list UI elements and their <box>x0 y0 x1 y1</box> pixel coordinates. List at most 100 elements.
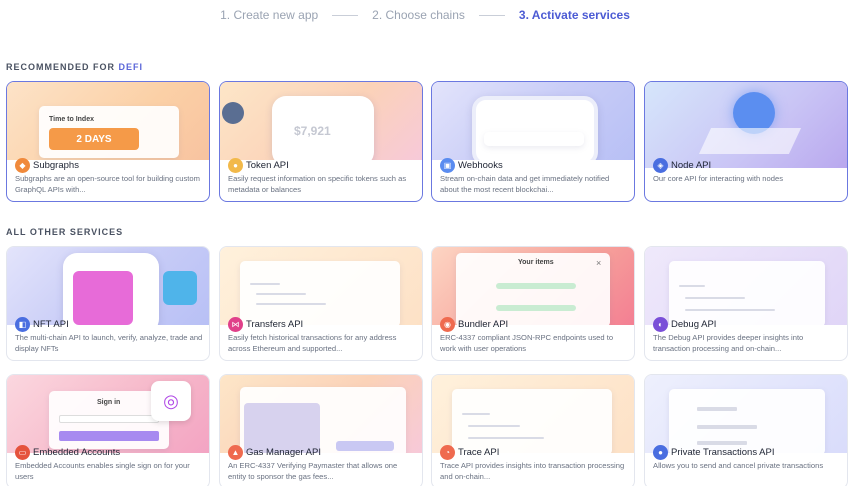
platform-shape <box>698 128 802 154</box>
card-art: Sign in ◎ <box>7 375 209 453</box>
card-title: Private Transactions API <box>671 447 775 458</box>
card-title: Subgraphs <box>33 160 79 171</box>
card-description: The Debug API provides deeper insights i… <box>653 333 804 353</box>
card-body: ◔ Trace API Trace API provides insights … <box>440 445 628 482</box>
card-body: ◆ Subgraphs Subgraphs are an open-source… <box>15 158 203 195</box>
card-body: ▭ Embedded Accounts Embedded Accounts en… <box>15 445 203 482</box>
phone-mock <box>472 96 598 160</box>
recommended-category: DEFI <box>118 62 144 72</box>
trace-icon: ◔ <box>440 445 455 460</box>
card-bundler-api[interactable]: Your items × ◉ Bundler API ERC-4337 comp… <box>431 246 635 361</box>
card-nft-api[interactable]: ◧ NFT API The multi-chain API to launch,… <box>6 246 210 361</box>
code-line <box>256 303 326 305</box>
card-body: ◉ Bundler API ERC-4337 compliant JSON-RP… <box>440 317 628 354</box>
code-line <box>256 293 306 295</box>
card-art <box>7 247 209 325</box>
accounts-icon: ▭ <box>15 445 30 460</box>
card-art <box>432 375 634 453</box>
nft-image <box>73 271 133 325</box>
code-panel <box>669 261 825 325</box>
card-body: ● Private Transactions API Allows you to… <box>653 445 841 482</box>
step-choose-chains[interactable]: 2. Choose chains <box>372 8 465 22</box>
card-description: Embedded Accounts enables single sign on… <box>15 461 190 481</box>
card-description: The multi-chain API to launch, verify, a… <box>15 333 203 353</box>
card-description: Trace API provides insights into transac… <box>440 461 625 481</box>
code-line <box>685 309 775 311</box>
card-title: Token API <box>246 160 289 171</box>
card-description: Our core API for interacting with nodes <box>653 174 784 183</box>
code-line <box>468 425 520 427</box>
list-line <box>697 441 747 445</box>
card-description: Allows you to send and cancel private tr… <box>653 461 824 470</box>
card-description: An ERC-4337 Verifying Paymaster that all… <box>228 461 398 481</box>
nft-icon: ◧ <box>15 317 30 332</box>
code-panel <box>452 389 612 453</box>
card-art: Time to Index 2 DAYS <box>7 82 209 160</box>
card-transfers-api[interactable]: ⋈ Transfers API Easily fetch historical … <box>219 246 423 361</box>
card-art <box>645 82 847 168</box>
card-body: ▲ Gas Manager API An ERC-4337 Verifying … <box>228 445 416 482</box>
card-art <box>220 375 422 453</box>
node-icon: ◈ <box>653 158 668 173</box>
stepper: 1. Create new app 2. Choose chains 3. Ac… <box>0 6 850 24</box>
card-title: Trace API <box>458 447 500 458</box>
close-icon[interactable]: × <box>596 258 601 268</box>
step-divider <box>332 14 359 16</box>
card-description: Easily fetch historical transactions for… <box>228 333 397 353</box>
coin-icon <box>222 102 244 124</box>
sign-in-header: Sign in <box>97 399 121 406</box>
notification-row <box>484 132 584 146</box>
gas-icon: ▲ <box>228 445 243 460</box>
debug-icon: ◐ <box>653 317 668 332</box>
item-bar <box>496 283 576 289</box>
card-embedded-accounts[interactable]: Sign in ◎ ▭ Embedded Accounts Embedded A… <box>6 374 210 486</box>
card-trace-api[interactable]: ◔ Trace API Trace API provides insights … <box>431 374 635 486</box>
card-body: ▣ Webhooks Stream on-chain data and get … <box>440 158 628 195</box>
subgraph-icon: ◆ <box>15 158 30 173</box>
card-title: Webhooks <box>458 160 503 171</box>
card-webhooks[interactable]: ▣ Webhooks Stream on-chain data and get … <box>431 81 635 202</box>
card-token-api[interactable]: $7,921 ● Token API Easily request inform… <box>219 81 423 202</box>
card-art <box>645 375 847 453</box>
private-tx-panel <box>669 389 825 453</box>
step-activate-services[interactable]: 3. Activate services <box>519 8 630 22</box>
token-balance: $7,921 <box>294 124 331 138</box>
card-body: ◐ Debug API The Debug API provides deepe… <box>653 317 841 354</box>
card-gas-manager-api[interactable]: ▲ Gas Manager API An ERC-4337 Verifying … <box>219 374 423 486</box>
card-body: ◈ Node API Our core API for interacting … <box>653 158 841 195</box>
card-subgraphs[interactable]: Time to Index 2 DAYS ◆ Subgraphs Subgrap… <box>6 81 210 202</box>
recommended-heading: RECOMMENDED FOR DEFI <box>6 62 143 72</box>
continue-button[interactable] <box>59 431 159 441</box>
card-private-transactions-api[interactable]: ● Private Transactions API Allows you to… <box>644 374 848 486</box>
code-line <box>685 297 745 299</box>
card-node-api[interactable]: ◈ Node API Our core API for interacting … <box>644 81 848 202</box>
email-field[interactable] <box>59 415 159 423</box>
card-debug-api[interactable]: ◐ Debug API The Debug API provides deepe… <box>644 246 848 361</box>
time-to-index-label: Time to Index <box>49 116 94 123</box>
card-body: ◧ NFT API The multi-chain API to launch,… <box>15 317 203 354</box>
items-header: Your items <box>518 259 554 266</box>
transfers-icon: ⋈ <box>228 317 243 332</box>
other-services-heading: ALL OTHER SERVICES <box>6 227 124 237</box>
nft-thumbnail <box>163 271 197 305</box>
card-title: Embedded Accounts <box>33 447 121 458</box>
card-title: NFT API <box>33 319 69 330</box>
recommended-heading-text: RECOMMENDED FOR <box>6 62 115 72</box>
code-line <box>462 413 490 415</box>
card-title: Bundler API <box>458 319 509 330</box>
card-description: ERC-4337 compliant JSON-RPC endpoints us… <box>440 333 614 353</box>
private-tx-icon: ● <box>653 445 668 460</box>
bundler-icon: ◉ <box>440 317 455 332</box>
card-body: ⋈ Transfers API Easily fetch historical … <box>228 317 416 354</box>
card-art: $7,921 <box>220 82 422 160</box>
card-art: Your items × <box>432 247 634 325</box>
card-title: Node API <box>671 160 712 171</box>
card-art <box>432 82 634 160</box>
step-create-app[interactable]: 1. Create new app <box>220 8 318 22</box>
code-line <box>250 283 280 285</box>
card-title: Transfers API <box>246 319 304 330</box>
step-divider <box>478 14 505 16</box>
list-line <box>697 407 737 411</box>
time-to-index-value: 2 DAYS <box>49 128 139 150</box>
card-description: Subgraphs are an open-source tool for bu… <box>15 174 200 194</box>
